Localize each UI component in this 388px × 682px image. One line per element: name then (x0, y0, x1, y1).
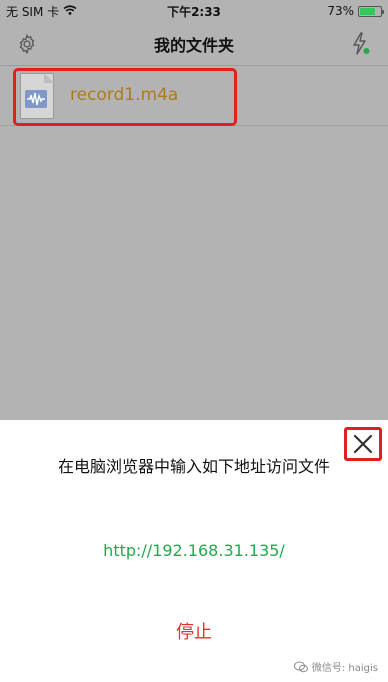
status-left: 无 SIM 卡 (6, 3, 77, 20)
wechat-icon (293, 661, 308, 672)
page-title: 我的文件夹 (153, 35, 234, 55)
server-url[interactable]: http://192.168.31.135/ (0, 541, 388, 560)
file-fold (44, 73, 54, 83)
wifi-icon (63, 4, 77, 18)
status-bar: 无 SIM 卡 下午2:33 73% (0, 0, 388, 22)
file-list-row[interactable]: record1.m4a (0, 66, 388, 126)
file-name: record1.m4a (70, 85, 179, 105)
carrier-label: 无 SIM 卡 (6, 4, 60, 19)
sheet-instruction: 在电脑浏览器中输入如下地址访问文件 (57, 457, 330, 476)
battery-percent: 73% (327, 4, 354, 18)
battery-icon (358, 5, 384, 17)
watermark: 微信号: haigis (293, 659, 378, 674)
bolt-icon[interactable] (348, 31, 374, 57)
waveform-icon (25, 90, 47, 108)
gear-icon[interactable] (14, 31, 40, 57)
close-icon (353, 434, 373, 454)
share-sheet: 在电脑浏览器中输入如下地址访问文件 http://192.168.31.135/… (0, 420, 388, 682)
battery-fill (360, 7, 375, 15)
status-right: 73% (327, 4, 384, 18)
stop-button[interactable]: 停止 (0, 618, 388, 644)
watermark-text: 微信号: haigis (311, 663, 378, 674)
nav-bar: 我的文件夹 (0, 22, 388, 66)
audio-file-icon (20, 73, 54, 119)
